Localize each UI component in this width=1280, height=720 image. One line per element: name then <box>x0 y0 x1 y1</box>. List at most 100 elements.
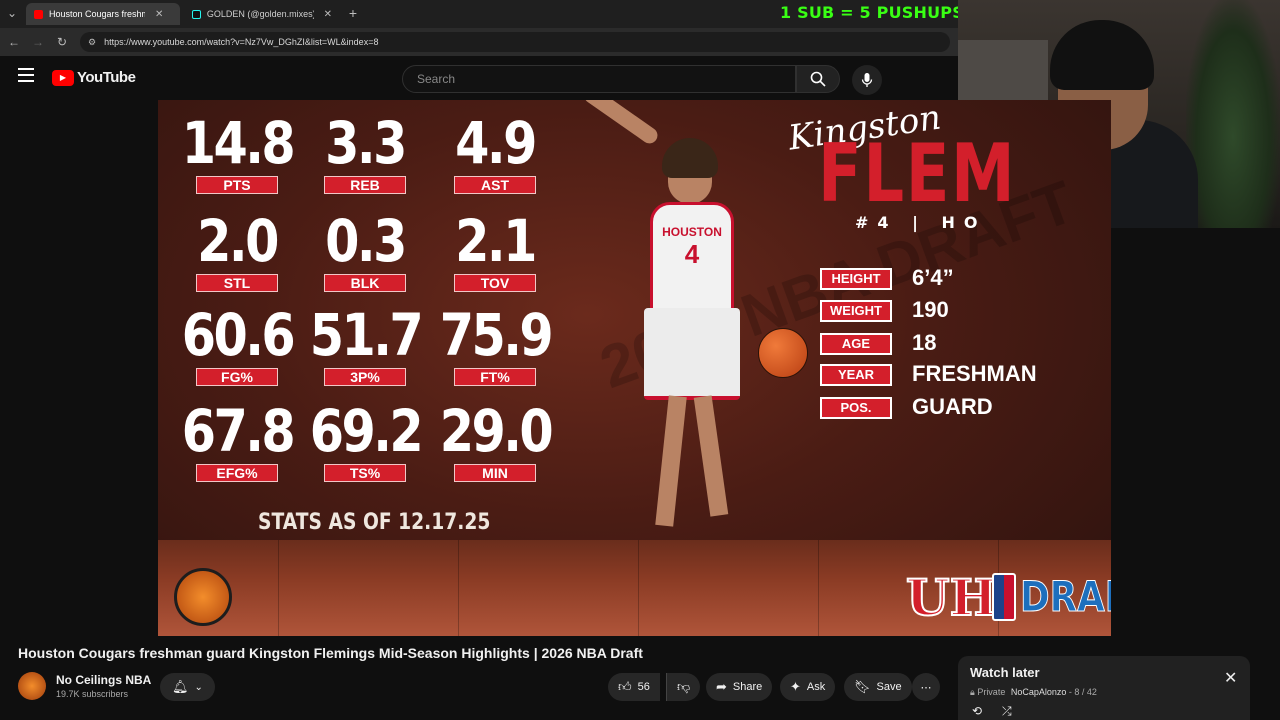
no-ceilings-logo <box>174 568 232 626</box>
video-title: Houston Cougars freshman guard Kingston … <box>18 645 643 661</box>
jersey-number: 4 <box>684 239 700 269</box>
floor-line <box>818 540 819 636</box>
like-button[interactable]: 👍︎ 56 <box>608 673 660 701</box>
tab-youtube[interactable]: Houston Cougars freshma ✕ <box>26 3 180 25</box>
microphone-icon <box>861 73 873 87</box>
playlist-title[interactable]: Watch later <box>970 665 1040 680</box>
tab-label: Houston Cougars freshma <box>49 9 145 19</box>
bookmark-icon: 🔖︎ <box>854 679 871 694</box>
chevron-down-icon: ⌄ <box>194 681 203 693</box>
back-arrow-icon[interactable]: ← <box>6 34 22 50</box>
stat-label: FG% <box>196 368 278 386</box>
loop-icon[interactable]: ⟲ <box>972 704 982 718</box>
stat-value: 60.6 <box>181 301 296 369</box>
sparkle-icon: ✦ <box>790 679 801 694</box>
stat-value: 4.9 <box>455 109 537 177</box>
bio-value: 6’4” <box>912 265 954 290</box>
bio-label: AGE <box>820 333 892 355</box>
shuffle-icon[interactable]: ⤮ <box>1002 704 1012 719</box>
stat-fg-pct: 60.6 FG% <box>172 306 302 387</box>
floor-line <box>458 540 459 636</box>
lock-icon: 🔒︎ <box>970 687 975 697</box>
save-button[interactable]: 🔖︎ Save <box>844 673 912 701</box>
stat-ft-pct: 75.9 FT% <box>430 306 560 387</box>
tab-label: GOLDEN (@golden.mixes) | Ti <box>206 9 314 19</box>
bio-label: WEIGHT <box>820 300 892 322</box>
stat-value: 51.7 <box>309 301 424 369</box>
more-actions-button[interactable]: ⋯ <box>912 673 940 701</box>
save-label: Save <box>876 681 902 693</box>
stat-label: 3P% <box>324 368 406 386</box>
stat-label: MIN <box>454 464 536 482</box>
player-figure: HOUSTON 4 <box>580 100 808 560</box>
player-left-arm <box>580 100 661 147</box>
url-input[interactable]: ⚙ https://www.youtube.com/watch?v=Nz7Vw_… <box>80 32 950 52</box>
playlist-position: 8 / 42 <box>1074 687 1097 697</box>
share-arrow-icon: ➦ <box>716 679 727 694</box>
stat-stl: 2.0 STL <box>172 212 302 293</box>
new-tab-button[interactable]: + <box>345 5 361 21</box>
stat-value: 69.2 <box>309 397 424 465</box>
thumbs-up-icon: 👍︎ <box>618 679 632 694</box>
stat-value: 29.0 <box>439 397 554 465</box>
basketball-icon <box>758 328 808 378</box>
bio-value: GUARD <box>912 394 993 419</box>
bio-value: FRESHMAN <box>912 361 1037 386</box>
close-icon[interactable]: ✕ <box>1224 668 1237 688</box>
tab-close-icon[interactable]: ✕ <box>155 9 163 20</box>
player-shorts <box>644 308 740 400</box>
notification-button[interactable]: 🔔︎ ⌄ <box>160 673 215 701</box>
forward-arrow-icon[interactable]: → <box>30 34 46 50</box>
channel-avatar[interactable] <box>18 672 46 700</box>
reload-icon[interactable]: ↻ <box>54 34 70 50</box>
stat-ast: 4.9 AST <box>430 114 560 195</box>
stat-value: 75.9 <box>439 301 554 369</box>
youtube-icon <box>34 9 43 19</box>
tab-close-icon[interactable]: ✕ <box>324 9 332 20</box>
stat-label: BLK <box>324 274 406 292</box>
stat-value: 2.1 <box>455 207 537 275</box>
stat-label: AST <box>454 176 536 194</box>
stat-label: TS% <box>324 464 406 482</box>
youtube-logo[interactable]: ▶ YouTube <box>52 69 136 86</box>
nba-draft-logo: DRAFT <box>992 572 1111 622</box>
stat-3p-pct: 51.7 3P% <box>300 306 430 387</box>
more-dots-icon: ⋯ <box>920 681 932 694</box>
tab-tiktok[interactable]: GOLDEN (@golden.mixes) | Ti ✕ <box>184 3 340 25</box>
draft-logo-text: DRAFT <box>1020 572 1111 622</box>
voice-search-button[interactable] <box>852 65 882 95</box>
stat-tov: 2.1 TOV <box>430 212 560 293</box>
page-background <box>1111 228 1280 656</box>
search-placeholder: Search <box>417 72 456 86</box>
jersey-text: HOUSTON <box>662 225 722 239</box>
url-text: https://www.youtube.com/watch?v=Nz7Vw_DG… <box>104 37 379 47</box>
stat-label: FT% <box>454 368 536 386</box>
dislike-button[interactable]: 👎︎ <box>666 673 701 701</box>
ask-button[interactable]: ✦ Ask <box>780 673 836 701</box>
share-button[interactable]: ➦ Share <box>706 673 773 701</box>
playlist-owner[interactable]: NoCapAlonzo <box>1011 687 1067 697</box>
christmas-tree <box>1186 0 1280 228</box>
channel-name[interactable]: No Ceilings NBA <box>56 673 151 687</box>
search-input[interactable]: Search <box>402 65 796 93</box>
player-hair <box>662 138 718 178</box>
uh-logo: UH <box>905 567 998 628</box>
stat-value: 2.0 <box>197 207 279 275</box>
stat-pts: 14.8 PTS <box>172 114 302 195</box>
video-player[interactable]: 2026 NBA DRAFT 14.8PTS 3.3REB 4.9AST 2.0… <box>158 100 1111 636</box>
stat-value: 67.8 <box>181 397 296 465</box>
bell-icon: 🔔︎ <box>172 679 189 694</box>
site-settings-icon[interactable]: ⚙ <box>88 37 96 48</box>
player-jersey: HOUSTON 4 <box>650 202 734 312</box>
stat-blk: 0.3 BLK <box>300 212 430 293</box>
search-button[interactable] <box>796 65 840 93</box>
thumbs-down-icon: 👎︎ <box>677 679 691 694</box>
browser-address-bar: ← → ↻ ⚙ https://www.youtube.com/watch?v=… <box>0 28 958 56</box>
ask-label: Ask <box>806 681 826 693</box>
stat-label: STL <box>196 274 278 292</box>
menu-hamburger-icon[interactable] <box>18 68 34 82</box>
tab-list-chevron-icon[interactable]: ⌄ <box>4 5 20 21</box>
youtube-header: ▶ YouTube Search <box>0 56 958 100</box>
search-icon <box>810 71 826 87</box>
youtube-logo-text: YouTube <box>77 69 136 86</box>
